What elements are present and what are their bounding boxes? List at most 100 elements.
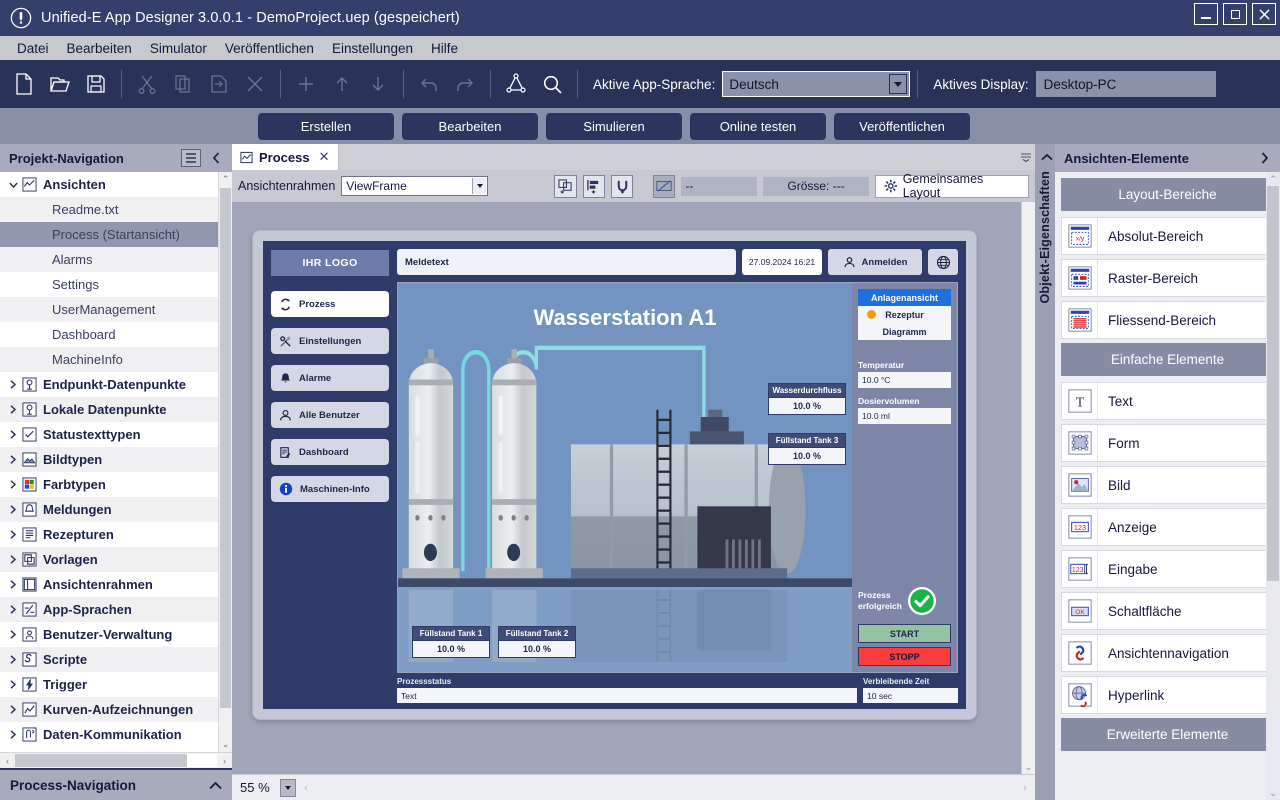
tree-item-kurven-aufzeichnungen[interactable]: Kurven-Aufzeichnungen [0, 697, 218, 722]
scroll-up-icon[interactable]: ⌃ [219, 172, 232, 187]
tree-expand-icon[interactable] [6, 430, 20, 439]
tree-expand-icon[interactable] [6, 530, 20, 539]
canvas-vertical-scrollbar[interactable]: ⌄ [1021, 202, 1035, 774]
scroll-up-icon[interactable]: ⌃ [1266, 172, 1280, 186]
tree-item-farbtypen[interactable]: Farbtypen [0, 472, 218, 497]
tree-expand-icon[interactable] [6, 555, 20, 564]
tag-wasserdurchfluss[interactable]: Wasserdurchfluss 10.0 % [768, 383, 846, 415]
scroll-right-icon[interactable]: › [217, 756, 232, 766]
preview-language-button[interactable] [928, 249, 958, 275]
tree-item-endpunkt-datenpunkte[interactable]: Endpunkt-Datenpunkte [0, 372, 218, 397]
scroll-down-icon[interactable]: ⌄ [1266, 786, 1280, 800]
tree-item-statustexttypen[interactable]: Statustexttypen [0, 422, 218, 447]
preview-tab-diagramm[interactable]: Diagramm [858, 323, 951, 340]
element-item-hyperlink[interactable]: Hyperlink [1061, 676, 1274, 714]
bearbeiten-button[interactable]: Bearbeiten [402, 113, 538, 140]
tree-item-daten-kommunikation[interactable]: Daten-Kommunikation [0, 722, 218, 747]
tree-expand-icon[interactable] [6, 630, 20, 639]
element-item-ansichtennavigation[interactable]: Ansichtennavigation [1061, 634, 1274, 672]
preview-nav-dashboard[interactable]: Dashboard [271, 439, 389, 465]
element-category-einfache-elemente[interactable]: Einfache Elemente [1061, 343, 1274, 376]
tree-item-lokale-datenpunkte[interactable]: Lokale Datenpunkte [0, 397, 218, 422]
cut-icon[interactable] [129, 65, 165, 103]
tree-collapse-icon[interactable] [6, 181, 20, 189]
elements-vertical-scrollbar[interactable]: ⌃ ⌄ [1266, 172, 1280, 800]
preview-nav-prozess[interactable]: Prozess [271, 291, 389, 317]
chevron-up-icon[interactable] [209, 778, 222, 793]
tree-expand-icon[interactable] [6, 480, 20, 489]
design-canvas[interactable]: IHR LOGO Prozess [232, 202, 1021, 774]
move-up-icon[interactable] [324, 65, 360, 103]
simulieren-button[interactable]: Simulieren [546, 113, 682, 140]
align-elements-icon[interactable] [583, 175, 605, 198]
tree-item-readme-txt[interactable]: Readme.txt [0, 197, 218, 222]
preview-login-button[interactable]: Anmelden [828, 249, 922, 275]
magnet-snap-icon[interactable] [611, 175, 633, 198]
search-icon[interactable] [534, 65, 570, 103]
tab-overflow-icon[interactable] [1017, 144, 1035, 170]
tree-item-machineinfo[interactable]: MachineInfo [0, 347, 218, 372]
veroeffentlichen-button[interactable]: Veröffentlichen [834, 113, 970, 140]
menu-bearbeiten[interactable]: Bearbeiten [58, 39, 141, 58]
tree-item-ansichtenrahmen[interactable]: Ansichtenrahmen [0, 572, 218, 597]
tree-item-ansichten[interactable]: Ansichten [0, 172, 218, 197]
element-item-eingabe[interactable]: 123Eingabe [1061, 550, 1274, 588]
tag-fuellstand-tank-2[interactable]: Füllstand Tank 2 10.0 % [498, 626, 576, 658]
field-value-dosiervolumen[interactable]: 10.0 ml [858, 408, 951, 424]
element-category-erweiterte-elemente[interactable]: Erweiterte Elemente [1061, 718, 1274, 751]
tree-item-trigger[interactable]: Trigger [0, 672, 218, 697]
add-icon[interactable] [288, 65, 324, 103]
tree-expand-icon[interactable] [6, 655, 20, 664]
tree-expand-icon[interactable] [6, 405, 20, 414]
tree-expand-icon[interactable] [6, 455, 20, 464]
collapse-right-icon[interactable] [1254, 149, 1274, 167]
preview-scene[interactable]: Wasserstation A1 [398, 283, 852, 672]
start-button[interactable]: START [858, 624, 951, 643]
paste-icon[interactable] [201, 65, 237, 103]
tree-item-app-sprachen[interactable]: App-Sprachen [0, 597, 218, 622]
preview-tab-anlagenansicht[interactable]: Anlagenansicht [858, 289, 951, 306]
menu-hilfe[interactable]: Hilfe [422, 39, 467, 58]
tree-vertical-scrollbar[interactable]: ⌃ ⌄ [218, 172, 232, 752]
object-properties-tab[interactable]: Objekt-Eigenschaften [1035, 144, 1055, 800]
menu-einstellungen[interactable]: Einstellungen [323, 39, 422, 58]
tree-item-process-startansicht[interactable]: Process (Startansicht) [0, 222, 218, 247]
scroll-left-icon[interactable]: ‹ [296, 782, 316, 794]
undo-icon[interactable] [411, 65, 447, 103]
new-file-icon[interactable] [6, 65, 42, 103]
tree-expand-icon[interactable] [6, 580, 20, 589]
element-item-bild[interactable]: Bild [1061, 466, 1274, 504]
chevron-down-icon[interactable] [889, 74, 907, 94]
footer-status-value[interactable]: Text [397, 688, 857, 703]
tree-expand-icon[interactable] [6, 730, 20, 739]
minimize-button[interactable] [1194, 3, 1218, 25]
tree-expand-icon[interactable] [6, 605, 20, 614]
tag-fuellstand-tank-1[interactable]: Füllstand Tank 1 10.0 % [412, 626, 490, 658]
stop-button[interactable]: STOPP [858, 647, 951, 666]
app-language-select[interactable]: Deutsch [722, 71, 910, 97]
tree-item-rezepturen[interactable]: Rezepturen [0, 522, 218, 547]
chevron-left-icon[interactable] [1038, 153, 1053, 162]
tree-item-scripte[interactable]: Scripte [0, 647, 218, 672]
field-value-temperatur[interactable]: 10.0 °C [858, 372, 951, 388]
common-layout-button[interactable]: Gemeinsames Layout [875, 175, 1029, 198]
maximize-button[interactable] [1223, 3, 1247, 25]
tree-item-vorlagen[interactable]: Vorlagen [0, 547, 218, 572]
element-item-text[interactable]: TText [1061, 382, 1274, 420]
tree-expand-icon[interactable] [6, 680, 20, 689]
element-item-raster-bereich[interactable]: Raster-Bereich [1061, 259, 1274, 297]
save-icon[interactable] [78, 65, 114, 103]
preview-nav-alle-benutzer[interactable]: Alle Benutzer [271, 402, 389, 428]
display-value[interactable]: Desktop-PC [1036, 71, 1216, 97]
scroll-left-icon[interactable]: ‹ [0, 756, 15, 766]
view-frame-select[interactable]: ViewFrame [341, 176, 488, 196]
app-preview[interactable]: IHR LOGO Prozess [252, 230, 977, 720]
scroll-down-icon[interactable]: ⌄ [1022, 760, 1035, 774]
move-down-icon[interactable] [360, 65, 396, 103]
tree-expand-icon[interactable] [6, 380, 20, 389]
scroll-right-icon[interactable]: › [1015, 782, 1035, 794]
scrollbar-thumb[interactable] [1267, 186, 1279, 581]
process-navigation-header[interactable]: Process-Navigation [0, 768, 232, 800]
hamburger-icon[interactable] [181, 149, 201, 167]
tree-item-alarms[interactable]: Alarms [0, 247, 218, 272]
